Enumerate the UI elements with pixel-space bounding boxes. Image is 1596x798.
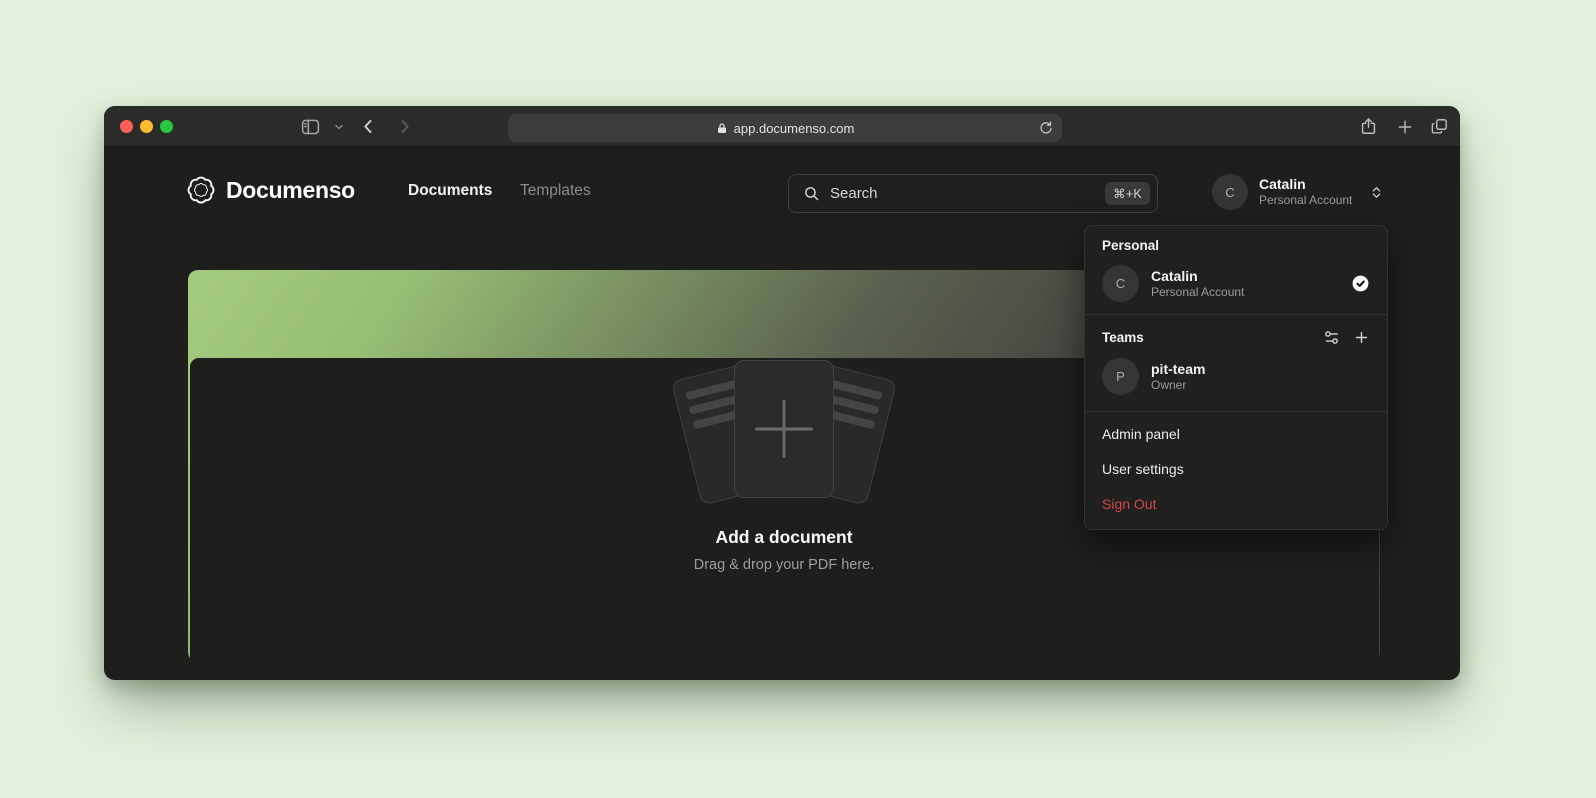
personal-item-texts: Catalin Personal Account (1151, 268, 1244, 300)
sidebar-icon (300, 116, 321, 137)
avatar: C (1212, 174, 1248, 210)
avatar-initial: P (1116, 369, 1125, 384)
account-name: Catalin (1259, 176, 1352, 193)
lock-icon (716, 122, 728, 135)
personal-item-name: Catalin (1151, 268, 1244, 285)
documenso-logo-icon (186, 175, 216, 205)
tabs-icon (1430, 117, 1449, 136)
url-text: app.documenso.com (734, 121, 855, 136)
account-dropdown-menu: Personal C Catalin Personal Account (1084, 225, 1388, 530)
chevron-right-icon (395, 117, 414, 136)
share-icon (1359, 117, 1378, 136)
team-item-name: pit-team (1151, 361, 1205, 378)
teams-section: Teams (1085, 315, 1387, 411)
personal-item-subtitle: Personal Account (1151, 285, 1244, 300)
nav-templates[interactable]: Templates (520, 182, 591, 200)
fullscreen-button[interactable] (160, 120, 173, 133)
new-tab-button[interactable] (1396, 106, 1414, 147)
personal-section: Personal C Catalin Personal Account (1085, 226, 1387, 314)
nav-documents[interactable]: Documents (408, 182, 492, 200)
search-box[interactable]: ⌘+K (788, 174, 1158, 213)
avatar: C (1102, 265, 1139, 302)
brand-wordmark: Documenso (226, 177, 355, 204)
settings-sliders-icon (1323, 329, 1340, 346)
account-menu-trigger[interactable]: C Catalin Personal Account (1212, 174, 1384, 210)
manage-teams-button[interactable] (1323, 329, 1340, 346)
account-texts: Catalin Personal Account (1259, 176, 1352, 208)
search-input[interactable] (830, 185, 1105, 202)
menu-item-admin-panel[interactable]: Admin panel (1085, 417, 1387, 452)
team-item-subtitle: Owner (1151, 378, 1205, 393)
chevron-down-icon (333, 121, 345, 133)
create-team-button[interactable] (1353, 329, 1370, 346)
tab-overview-button[interactable] (1430, 106, 1449, 147)
document-stack-illustration (649, 358, 919, 508)
chevron-left-icon (359, 117, 378, 136)
chevrons-up-down-icon (1369, 185, 1384, 200)
teams-section-header: Teams (1099, 327, 1373, 346)
close-button[interactable] (120, 120, 133, 133)
personal-section-label: Personal (1099, 236, 1373, 253)
account-subtitle: Personal Account (1259, 193, 1352, 208)
minimize-button[interactable] (140, 120, 153, 133)
document-card-center (734, 360, 834, 498)
tab-group-menu-button[interactable] (333, 106, 345, 147)
menu-item-user-settings[interactable]: User settings (1085, 452, 1387, 487)
teams-actions (1323, 329, 1370, 346)
app-content: Documenso Documents Templates ⌘+K C Cata… (104, 148, 1460, 680)
sidebar-toggle-button[interactable] (300, 106, 321, 147)
forward-button[interactable] (395, 106, 414, 147)
share-button[interactable] (1359, 106, 1378, 147)
browser-titlebar: app.documenso.com (104, 106, 1460, 147)
plus-icon (1396, 118, 1414, 136)
menu-actions-section: Admin panel User settings Sign Out (1085, 412, 1387, 529)
selected-check-icon (1351, 274, 1370, 293)
reload-icon (1038, 120, 1053, 135)
avatar: P (1102, 358, 1139, 395)
brand-link[interactable]: Documenso (186, 175, 355, 205)
plus-icon (1353, 329, 1370, 346)
search-icon (803, 185, 820, 202)
personal-account-item[interactable]: C Catalin Personal Account (1099, 265, 1373, 302)
add-plus-icon (755, 400, 813, 458)
browser-window: app.documenso.com (104, 106, 1460, 680)
desktop: app.documenso.com (0, 0, 1596, 798)
avatar-initial: C (1225, 185, 1234, 200)
dropzone-subtitle: Drag & drop your PDF here. (190, 557, 1379, 573)
search-shortcut-badge: ⌘+K (1105, 182, 1150, 205)
avatar-initial: C (1116, 276, 1125, 291)
menu-item-sign-out[interactable]: Sign Out (1085, 487, 1387, 522)
reload-button[interactable] (1038, 120, 1053, 135)
teams-section-label: Teams (1102, 330, 1144, 345)
traffic-lights (120, 120, 173, 133)
address-bar[interactable]: app.documenso.com (508, 114, 1062, 142)
back-button[interactable] (359, 106, 378, 147)
team-item[interactable]: P pit-team Owner (1099, 358, 1373, 395)
team-item-texts: pit-team Owner (1151, 361, 1205, 393)
